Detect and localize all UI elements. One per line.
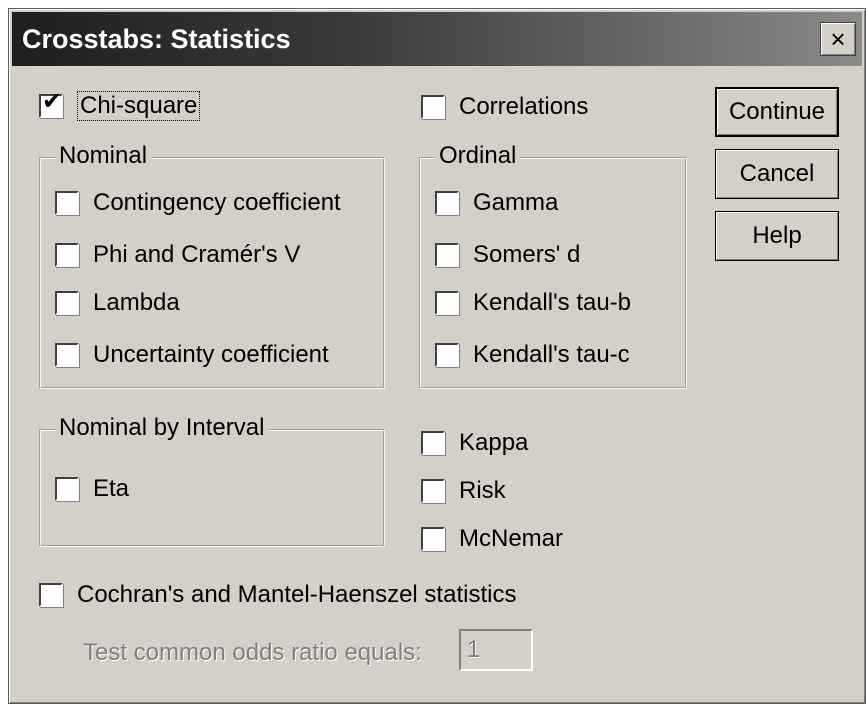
lambda-label: Lambda <box>93 289 180 316</box>
nominal-group-title: Nominal <box>55 142 152 170</box>
contingency-coefficient-label: Contingency coefficient <box>93 189 341 216</box>
ordinal-group-title: Ordinal <box>435 142 521 170</box>
help-button[interactable]: Help <box>715 211 839 261</box>
close-icon: × <box>830 24 846 54</box>
ordinal-group: Ordinal Gamma Somers' d Kendall's tau-b … <box>419 142 687 389</box>
kendalls-tau-c-option[interactable]: Kendall's tau-c <box>435 341 630 369</box>
kendalls-tau-b-checkbox[interactable] <box>435 291 459 315</box>
somers-d-option[interactable]: Somers' d <box>435 241 580 269</box>
cochran-mantel-haenszel-label: Cochran's and Mantel-Haenszel statistics <box>77 581 517 608</box>
odds-ratio-input: 1 <box>459 629 533 671</box>
close-button[interactable]: × <box>820 22 856 56</box>
eta-checkbox[interactable] <box>55 477 79 501</box>
kendalls-tau-c-label: Kendall's tau-c <box>473 341 630 368</box>
lambda-option[interactable]: Lambda <box>55 289 180 317</box>
chi-square-checkbox[interactable]: ✔ <box>39 90 63 118</box>
uncertainty-coefficient-option[interactable]: Uncertainty coefficient <box>55 341 329 369</box>
eta-label: Eta <box>93 475 130 502</box>
cochran-mantel-haenszel-option[interactable]: Cochran's and Mantel-Haenszel statistics <box>39 581 516 609</box>
risk-label: Risk <box>459 477 506 504</box>
eta-option[interactable]: Eta <box>55 475 129 503</box>
cochran-mantel-haenszel-checkbox[interactable] <box>39 583 63 607</box>
nominal-group: Nominal Contingency coefficient Phi and … <box>39 142 385 389</box>
kendalls-tau-b-option[interactable]: Kendall's tau-b <box>435 289 631 317</box>
kappa-label: Kappa <box>459 429 529 456</box>
chi-square-option[interactable]: ✔ Chi-square <box>39 90 201 121</box>
correlations-option[interactable]: Correlations <box>421 93 588 121</box>
mcnemar-option[interactable]: McNemar <box>421 525 563 553</box>
risk-option[interactable]: Risk <box>421 477 506 505</box>
odds-ratio-label: Test common odds ratio equals: <box>83 639 422 666</box>
uncertainty-coefficient-checkbox[interactable] <box>55 343 79 367</box>
dialog-title: Crosstabs: Statistics <box>22 24 291 54</box>
kendalls-tau-c-checkbox[interactable] <box>435 343 459 367</box>
checkmark-icon: ✔ <box>42 88 63 115</box>
contingency-coefficient-option[interactable]: Contingency coefficient <box>55 189 341 217</box>
risk-checkbox[interactable] <box>421 479 445 503</box>
somers-d-label: Somers' d <box>473 241 581 268</box>
contingency-coefficient-checkbox[interactable] <box>55 191 79 215</box>
mcnemar-label: McNemar <box>459 525 564 552</box>
kappa-option[interactable]: Kappa <box>421 429 528 457</box>
phi-cramers-v-label: Phi and Cramér's V <box>93 241 301 268</box>
kendalls-tau-b-label: Kendall's tau-b <box>473 289 632 316</box>
uncertainty-coefficient-label: Uncertainty coefficient <box>93 341 329 368</box>
nominal-by-interval-group-title: Nominal by Interval <box>55 414 269 442</box>
chi-square-label: Chi-square <box>77 91 201 121</box>
kappa-checkbox[interactable] <box>421 431 445 455</box>
somers-d-checkbox[interactable] <box>435 243 459 267</box>
gamma-label: Gamma <box>473 189 559 216</box>
gamma-checkbox[interactable] <box>435 191 459 215</box>
mcnemar-checkbox[interactable] <box>421 527 445 551</box>
continue-button[interactable]: Continue <box>715 87 839 137</box>
phi-cramers-v-option[interactable]: Phi and Cramér's V <box>55 241 300 269</box>
gamma-option[interactable]: Gamma <box>435 189 558 217</box>
lambda-checkbox[interactable] <box>55 291 79 315</box>
correlations-checkbox[interactable] <box>421 95 445 119</box>
title-bar: Crosstabs: Statistics × <box>12 12 862 66</box>
cancel-button[interactable]: Cancel <box>715 149 839 199</box>
nominal-by-interval-group: Nominal by Interval Eta <box>39 414 385 547</box>
crosstabs-statistics-dialog: Crosstabs: Statistics × ✔ Chi-square Cor… <box>8 8 866 704</box>
correlations-label: Correlations <box>459 93 589 120</box>
phi-cramers-v-checkbox[interactable] <box>55 243 79 267</box>
